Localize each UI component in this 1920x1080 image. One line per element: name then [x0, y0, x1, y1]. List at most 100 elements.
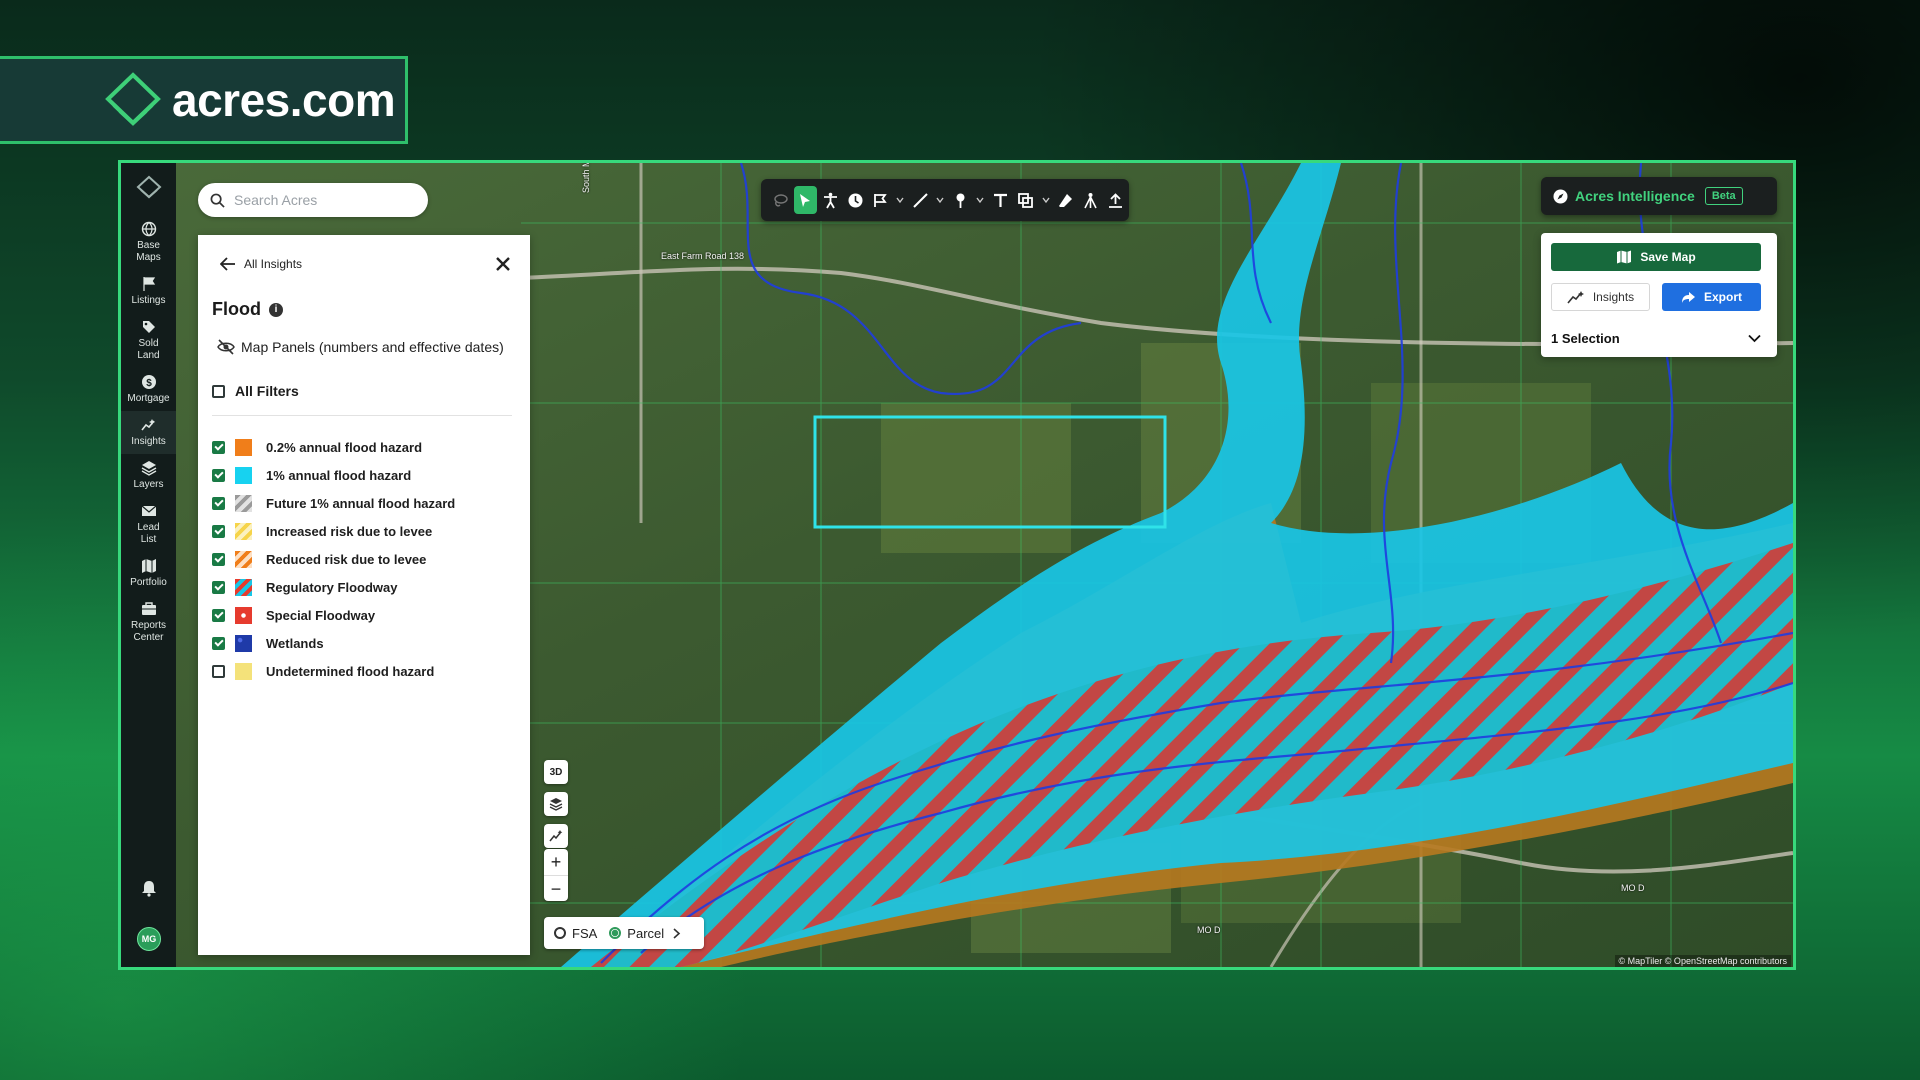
bell-icon[interactable] [140, 879, 158, 897]
flag-draw-dropdown[interactable] [894, 186, 907, 214]
chevron-down-icon [976, 197, 985, 204]
filter-row-increased-risk[interactable]: Increased risk due to levee [212, 517, 512, 545]
chevron-down-icon [1748, 334, 1761, 342]
sidebar-item-insights[interactable]: Insights [121, 411, 176, 454]
clock-tool[interactable] [844, 186, 867, 214]
back-to-all-insights[interactable]: All Insights [220, 257, 302, 271]
clock-icon [848, 193, 863, 207]
filter-label: 1% annual flood hazard [266, 467, 412, 483]
map-insights-button[interactable] [544, 824, 568, 848]
flag-draw-tool[interactable] [869, 186, 892, 214]
accessibility-tool[interactable] [819, 186, 842, 214]
3d-label: 3D [549, 766, 563, 778]
filter-label: Wetlands [266, 635, 324, 651]
zoom-control: + − [544, 849, 568, 901]
filter-row-regulatory-floodway[interactable]: Regulatory Floodway [212, 573, 512, 601]
save-map-button[interactable]: Save Map [1551, 243, 1761, 271]
intelligence-label: Acres Intelligence [1575, 188, 1695, 204]
shapes-tool[interactable] [1014, 186, 1037, 214]
filter-row-0-2-annual[interactable]: 0.2% annual flood hazard [212, 433, 512, 461]
line-tool[interactable] [909, 186, 932, 214]
drawing-toolbar [761, 179, 1129, 221]
app-logo-icon[interactable] [136, 175, 162, 201]
swatch-red-dotted [235, 606, 252, 624]
line-dropdown[interactable] [934, 186, 947, 214]
surveyor-tool[interactable] [1079, 186, 1102, 214]
sidebar-item-listings[interactable]: Listings [121, 270, 176, 313]
fsa-radio[interactable] [554, 927, 566, 939]
shapes-dropdown[interactable] [1039, 186, 1052, 214]
swatch-cyan [235, 466, 252, 484]
sidebar-item-label: Listings [131, 295, 166, 306]
map-attribution: © MapTiler © OpenStreetMap contributors [1614, 955, 1791, 967]
filter-checkbox[interactable] [212, 440, 225, 454]
chevron-right-icon[interactable] [672, 927, 681, 939]
selection-dropdown[interactable]: 1 Selection [1551, 329, 1761, 347]
filter-row-wetlands[interactable]: Wetlands [212, 629, 512, 657]
insights-button[interactable]: Insights [1551, 283, 1650, 311]
filter-checkbox[interactable] [212, 524, 225, 538]
filter-row-undetermined[interactable]: Undetermined flood hazard [212, 657, 512, 685]
filter-checkbox[interactable] [212, 608, 225, 622]
sidebar-item-lead-list[interactable]: Lead List [121, 497, 176, 552]
filter-row-1-annual[interactable]: 1% annual flood hazard [212, 461, 512, 489]
swatch-blue [235, 634, 252, 652]
sidebar-item-label: Mortgage [127, 393, 170, 404]
eye-off-icon [217, 339, 235, 355]
accessibility-icon [823, 192, 837, 208]
text-tool[interactable] [989, 186, 1012, 214]
all-filters-row[interactable]: All Filters [212, 383, 299, 399]
3d-toggle-button[interactable]: 3D [544, 760, 568, 784]
swatch-orange-striped [235, 550, 252, 568]
sidebar-item-base-maps[interactable]: Base Maps [121, 215, 176, 270]
zoom-out-button[interactable]: − [544, 876, 568, 902]
sidebar-item-layers[interactable]: Layers [121, 454, 176, 497]
export-button[interactable]: Export [1662, 283, 1761, 311]
brand-name: acres.com [172, 74, 396, 126]
sidebar-item-mortgage[interactable]: $ Mortgage [121, 368, 176, 411]
swatch-orange [235, 438, 252, 456]
parcel-radio[interactable] [609, 927, 622, 939]
filter-row-special-floodway[interactable]: Special Floodway [212, 601, 512, 629]
lasso-tool[interactable] [769, 186, 792, 214]
layers-icon [549, 798, 563, 811]
avatar[interactable]: MG [137, 927, 161, 951]
fsa-label: FSA [572, 925, 598, 941]
search-icon [210, 193, 225, 208]
chevron-down-icon [1041, 197, 1050, 204]
sidebar-item-sold-land[interactable]: Sold Land [121, 313, 176, 368]
close-icon[interactable] [494, 255, 512, 273]
filter-checkbox[interactable] [212, 496, 225, 510]
export-label: Export [1703, 290, 1742, 304]
filter-checkbox[interactable] [212, 664, 225, 678]
upload-icon [1108, 192, 1122, 208]
select-icon [799, 193, 810, 207]
sidebar-item-portfolio[interactable]: Portfolio [121, 552, 176, 595]
filter-checkbox[interactable] [212, 580, 225, 594]
filter-label: 0.2% annual flood hazard [266, 439, 423, 455]
filter-checkbox[interactable] [212, 552, 225, 566]
eraser-tool[interactable] [1054, 186, 1077, 214]
lasso-icon [774, 193, 788, 206]
all-filters-checkbox[interactable] [212, 384, 225, 398]
map-layers-button[interactable] [544, 792, 568, 816]
search-bar[interactable] [198, 183, 428, 217]
map-panels-toggle[interactable]: Map Panels (numbers and effective dates) [217, 339, 504, 355]
filter-row-reduced-risk[interactable]: Reduced risk due to levee [212, 545, 512, 573]
upload-tool[interactable] [1104, 186, 1127, 214]
search-input[interactable] [232, 191, 416, 209]
filter-checkbox[interactable] [212, 636, 225, 650]
pin-dropdown[interactable] [974, 186, 987, 214]
select-tool[interactable] [793, 186, 817, 214]
app-window: East Farm Road 138 South McCrite MO D MO… [118, 160, 1796, 970]
pin-tool[interactable] [949, 186, 972, 214]
flag-draw-icon [873, 193, 887, 207]
info-icon[interactable]: i [268, 302, 283, 317]
filter-checkbox[interactable] [212, 468, 225, 482]
acres-intelligence-bar[interactable]: Acres Intelligence Beta [1541, 177, 1777, 215]
zoom-in-button[interactable]: + [544, 849, 568, 876]
divider [212, 415, 512, 416]
sidebar-item-reports-center[interactable]: Reports Center [121, 595, 176, 650]
sidebar-item-label: Portfolio [130, 577, 167, 588]
filter-row-future-1-annual[interactable]: Future 1% annual flood hazard [212, 489, 512, 517]
